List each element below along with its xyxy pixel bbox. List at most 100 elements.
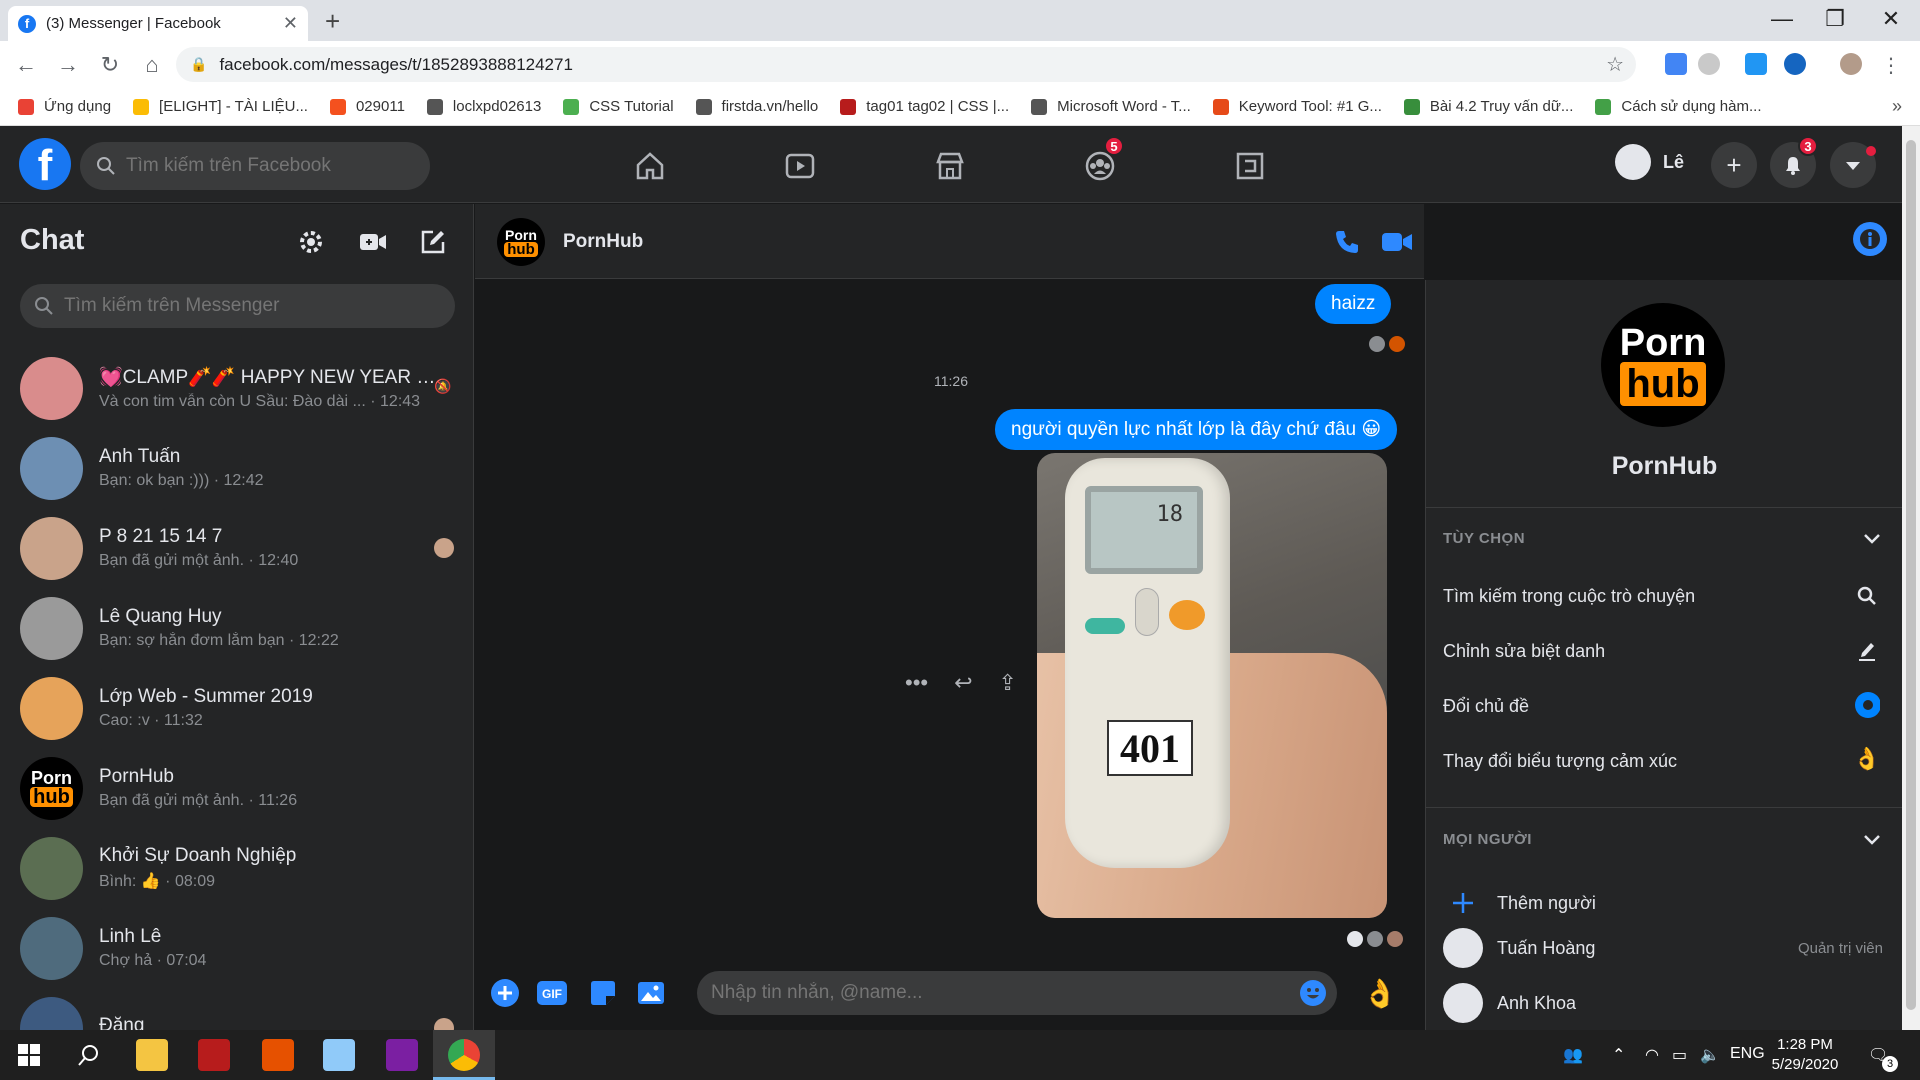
scrollbar-thumb[interactable] <box>1906 140 1916 1010</box>
reload-icon[interactable]: ↻ <box>96 51 124 79</box>
forward-icon[interactable]: → <box>54 51 82 79</box>
close-tab-icon[interactable]: ✕ <box>283 13 298 34</box>
member-row[interactable]: Tuấn Hoàng Quản trị viên <box>1443 928 1893 968</box>
bookmark-item[interactable]: Ứng dụng <box>18 98 111 115</box>
chat-settings-icon[interactable] <box>297 228 325 261</box>
conversation-item[interactable]: Linh Lê Chợ hả · 07:04 <box>0 908 473 988</box>
video-call-icon[interactable] <box>1381 226 1413 258</box>
back-icon[interactable]: ← <box>12 51 40 79</box>
watch-nav-icon[interactable] <box>780 146 820 186</box>
quick-reaction-button[interactable]: 👌 <box>1363 977 1398 1009</box>
facebook-search-input[interactable] <box>126 155 406 177</box>
volume-icon[interactable]: 🔈 <box>1700 1045 1720 1065</box>
messenger-search-input[interactable] <box>64 295 444 317</box>
emoji-icon[interactable] <box>1299 979 1327 1007</box>
xampp-icon[interactable] <box>262 1039 294 1071</box>
home-icon[interactable]: ⌂ <box>138 51 166 79</box>
new-message-icon[interactable] <box>419 228 447 261</box>
taskbar-clock[interactable]: 1:28 PM 5/29/2020 <box>1760 1035 1850 1075</box>
search-icon[interactable] <box>1854 583 1880 609</box>
close-window-button[interactable]: ✕ <box>1866 4 1916 34</box>
bookmark-item[interactable]: Keyword Tool: #1 G... <box>1212 98 1382 115</box>
people-section-header[interactable]: MỌI NGƯỜI <box>1443 831 1532 848</box>
ok-hand-icon[interactable]: 👌 <box>1853 746 1880 772</box>
bookmark-item[interactable]: CSS Tutorial <box>563 98 674 115</box>
conversation-item[interactable]: Lê Quang Huy Bạn: sợ hắn đơm lắm bạn · 12… <box>0 588 473 668</box>
message-bubble[interactable]: haizz <box>1315 284 1392 324</box>
messenger-extension-icon[interactable] <box>1784 53 1806 75</box>
photo-upload-icon[interactable] <box>635 977 667 1009</box>
sticker-icon[interactable] <box>587 977 619 1009</box>
member-row[interactable]: Anh Khoa <box>1443 983 1893 1023</box>
conversation-item[interactable]: Đăng <box>0 988 473 1030</box>
message-bubble[interactable]: người quyền lực nhất lớp là đây chứ đâu … <box>995 409 1398 450</box>
bookmark-item[interactable]: Bài 4.2 Truy vấn dữ... <box>1403 98 1573 115</box>
groups-nav-icon[interactable]: 5 <box>1080 136 1124 186</box>
home-nav-icon[interactable] <box>630 146 670 186</box>
facebook-logo[interactable]: f <box>19 138 71 190</box>
chevron-down-icon[interactable] <box>1862 528 1882 548</box>
tray-expand-icon[interactable]: ⌃ <box>1612 1045 1625 1065</box>
bookmark-item[interactable]: Microsoft Word - T... <box>1031 98 1191 115</box>
maximize-window-button[interactable]: ❐ <box>1810 4 1860 34</box>
messenger-search-box[interactable] <box>20 284 455 328</box>
profile-avatar-icon[interactable] <box>1840 53 1862 75</box>
bookmark-star-icon[interactable]: ☆ <box>1606 52 1624 77</box>
share-icon[interactable]: ⇪ <box>999 670 1017 696</box>
chevron-down-icon[interactable] <box>1862 829 1882 849</box>
browser-menu-icon[interactable]: ⋮ <box>1880 53 1902 77</box>
virtualbox-icon[interactable] <box>323 1039 355 1071</box>
create-button[interactable]: + <box>1711 142 1757 188</box>
option-search-conversation[interactable]: Tìm kiếm trong cuộc trò chuyện <box>1443 586 1695 607</box>
bookmark-item[interactable]: tag01 tag02 | CSS |... <box>840 98 1009 115</box>
wifi-icon[interactable]: ◠ <box>1645 1045 1659 1065</box>
translate-extension-icon[interactable] <box>1665 53 1687 75</box>
bookmark-item[interactable]: [ELIGHT] - TÀI LIỆU... <box>133 98 308 115</box>
theme-icon[interactable] <box>1854 692 1880 718</box>
taskbar-search-icon[interactable] <box>73 1039 105 1071</box>
conversation-item[interactable]: Lớp Web - Summer 2019 Cao: :v · 11:32 <box>0 668 473 748</box>
option-edit-nickname[interactable]: Chỉnh sửa biệt danh <box>1443 641 1605 662</box>
message-input[interactable] <box>711 982 1271 1004</box>
bookmark-item[interactable]: firstda.vn/hello <box>695 98 818 115</box>
file-explorer-icon[interactable] <box>136 1039 168 1071</box>
conversation-item[interactable]: 💓CLAMP🧨🧨 HAPPY NEW YEAR 🏮🎉 Và con tim vẫn… <box>0 348 473 428</box>
option-change-emoji[interactable]: Thay đổi biểu tượng cảm xúc <box>1443 751 1677 772</box>
more-actions-icon[interactable] <box>489 977 521 1009</box>
new-room-icon[interactable] <box>358 228 388 261</box>
bookmark-item[interactable]: loclxpd02613 <box>426 98 541 115</box>
marketplace-nav-icon[interactable] <box>930 146 970 186</box>
conversation-name[interactable]: PornHub <box>563 231 643 253</box>
more-options-icon[interactable]: ••• <box>905 670 928 696</box>
minimize-window-button[interactable]: — <box>1757 4 1807 34</box>
notifications-button[interactable]: 3 <box>1770 136 1818 188</box>
windows-start-icon[interactable] <box>13 1039 45 1071</box>
message-input-box[interactable] <box>697 971 1337 1015</box>
facebook-search-box[interactable] <box>80 142 430 190</box>
garena-icon[interactable] <box>198 1039 230 1071</box>
phpstorm-icon[interactable] <box>386 1039 418 1071</box>
profile-chip[interactable]: Lê <box>1615 144 1684 180</box>
conversation-item[interactable]: Porn hub PornHub Bạn đã gửi một ảnh. · 11:2… <box>0 748 473 828</box>
people-icon[interactable]: 👥 <box>1563 1045 1583 1065</box>
address-bar[interactable]: 🔒 facebook.com/messages/t/18528938881242… <box>176 47 1636 82</box>
page-scrollbar[interactable] <box>1902 126 1920 1030</box>
account-menu-button[interactable] <box>1830 142 1876 188</box>
gif-icon[interactable]: GIF <box>536 977 568 1009</box>
adblock-extension-icon[interactable] <box>1698 53 1720 75</box>
gaming-nav-icon[interactable] <box>1230 146 1270 186</box>
conversation-avatar[interactable]: Porn hub <box>497 218 545 266</box>
conversation-item[interactable]: Anh Tuấn Bạn: ok bạn :))) · 12:42 <box>0 428 473 508</box>
chrome-icon[interactable] <box>448 1039 480 1071</box>
message-photo[interactable]: 18 401 <box>1037 453 1387 918</box>
bookmark-item[interactable]: Cách sử dụng hàm... <box>1595 98 1762 115</box>
conversation-info-icon[interactable] <box>1853 222 1887 256</box>
more-bookmarks-icon[interactable]: » <box>1892 96 1902 117</box>
pencil-icon[interactable] <box>1854 638 1880 664</box>
reply-icon[interactable]: ↩ <box>954 670 972 696</box>
phone-call-icon[interactable] <box>1331 226 1363 258</box>
option-change-theme[interactable]: Đổi chủ đề <box>1443 696 1529 717</box>
add-person-button[interactable]: Thêm người <box>1443 883 1893 923</box>
browser-tab[interactable]: f (3) Messenger | Facebook ✕ <box>8 6 308 41</box>
new-tab-button[interactable]: + <box>325 6 340 36</box>
